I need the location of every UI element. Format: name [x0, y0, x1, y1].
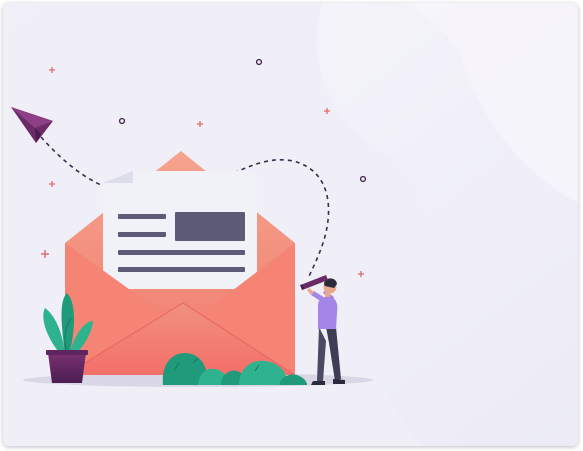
letter-line	[118, 250, 245, 255]
letter-line	[118, 214, 166, 219]
letter	[103, 171, 257, 289]
person-shirt	[318, 296, 338, 329]
letter-image-block	[175, 212, 245, 241]
illustration-frame	[3, 3, 578, 446]
plant-pot	[48, 353, 86, 383]
letter-line	[118, 267, 245, 272]
letter-line	[118, 232, 166, 237]
email-illustration	[3, 3, 578, 446]
